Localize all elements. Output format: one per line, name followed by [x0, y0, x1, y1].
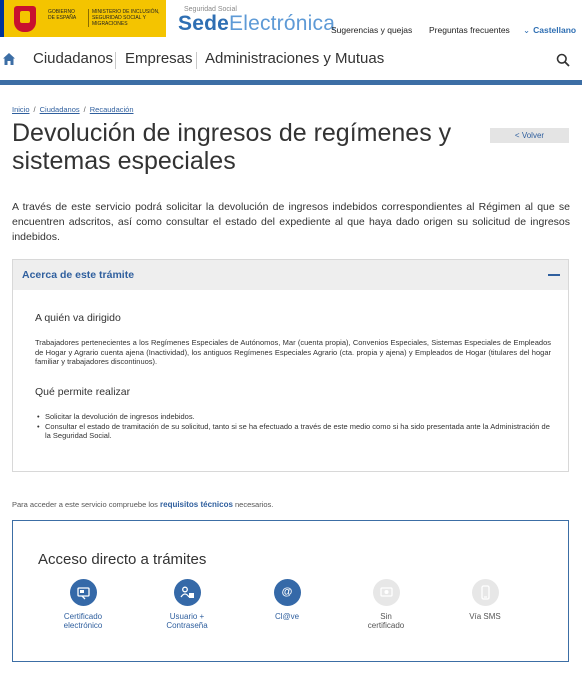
language-label: Castellano [533, 25, 577, 35]
intro-text: A través de este servicio podrá solicita… [12, 201, 570, 243]
technical-requirements-link[interactable]: requisitos técnicos [160, 500, 233, 509]
option-label: Certificado electrónico [63, 612, 103, 630]
option-label: Usuario + Contraseña [166, 612, 208, 630]
sms-phone-icon [471, 579, 499, 606]
nav-item-administraciones[interactable]: Administraciones y Mutuas [205, 50, 384, 67]
list-item: Solicitar la devolución de ingresos inde… [35, 412, 551, 422]
breadcrumb-inicio[interactable]: Inicio [12, 105, 30, 114]
access-title: Acceso directo a trámites [38, 551, 207, 568]
access-option-sms[interactable]: Vía SMS [445, 579, 525, 621]
user-password-icon [173, 579, 201, 606]
what-list: Solicitar la devolución de ingresos inde… [35, 412, 551, 441]
faq-link[interactable]: Preguntas frecuentes [429, 25, 510, 35]
nav-item-empresas[interactable]: Empresas [125, 50, 193, 67]
breadcrumb-recaudacion[interactable]: Recaudación [90, 105, 134, 114]
access-option-usuario[interactable]: Usuario + Contraseña [147, 579, 227, 630]
main-nav: Ciudadanos Empresas Administraciones y M… [0, 40, 582, 80]
panel-header[interactable]: Acerca de este trámite [13, 260, 568, 290]
language-selector[interactable]: ⌄ Castellano [523, 25, 576, 36]
top-header: GOBIERNO DE ESPAÑA MINISTERIO DE INCLUSI… [0, 0, 582, 40]
option-label: Sin certificado [367, 612, 405, 630]
option-label: Vía SMS [469, 612, 501, 621]
nav-divider [115, 52, 116, 69]
list-item: Consultar el estado de tramitación de su… [35, 422, 551, 441]
coat-of-arms-icon [14, 6, 36, 32]
suggestions-link[interactable]: Sugerencias y quejas [331, 25, 412, 35]
no-certificate-icon [372, 579, 400, 606]
nav-item-ciudadanos[interactable]: Ciudadanos [33, 50, 113, 67]
home-icon[interactable] [2, 52, 16, 66]
direct-access-box: Acceso directo a trámites Certificado ele… [12, 520, 569, 662]
access-option-certificado[interactable]: Certificado electrónico [43, 579, 123, 630]
option-label: Cl@ve [274, 612, 300, 621]
access-option-sin-certificado[interactable]: Sin certificado [346, 579, 426, 630]
page-title: Devolución de ingresos de regímenes y si… [12, 119, 452, 175]
back-button[interactable]: < Volver [490, 128, 569, 143]
clave-at-icon: @ [273, 579, 301, 606]
eu-flag-stripe [0, 0, 4, 37]
requirements-prefix: Para acceder a este servicio compruebe l… [12, 500, 158, 509]
requirements-suffix: necesarios. [235, 500, 274, 509]
what-title: Qué permite realizar [35, 386, 131, 398]
gov-label: GOBIERNO DE ESPAÑA [48, 9, 77, 21]
nav-accent-bar [0, 80, 582, 85]
breadcrumb: Inicio / Ciudadanos / Recaudación [12, 105, 134, 114]
collapse-icon[interactable] [548, 274, 560, 276]
requirements-note: Para acceder a este servicio compruebe l… [12, 500, 273, 509]
ministry-label: MINISTERIO DE INCLUSIÓN, SEGURIDAD SOCIA… [88, 9, 162, 27]
who-title: A quién va dirigido [35, 312, 121, 324]
chevron-down-icon: ⌄ [523, 25, 531, 35]
panel-title: Acerca de este trámite [22, 269, 135, 281]
certificate-icon [69, 579, 97, 606]
brand-light: Electrónica [229, 12, 336, 35]
nav-divider [196, 52, 197, 69]
sede-electronica-logo[interactable]: SedeElectrónica [178, 13, 335, 35]
access-option-clave[interactable]: @ Cl@ve [247, 579, 327, 621]
who-text: Trabajadores pertenecientes a los Regíme… [35, 338, 551, 366]
government-logo[interactable]: GOBIERNO DE ESPAÑA MINISTERIO DE INCLUSI… [0, 0, 166, 37]
brand-bold: Sede [178, 12, 229, 35]
about-procedure-panel: Acerca de este trámite A quién va dirigi… [12, 259, 569, 472]
search-icon[interactable] [556, 53, 570, 67]
breadcrumb-ciudadanos[interactable]: Ciudadanos [40, 105, 80, 114]
